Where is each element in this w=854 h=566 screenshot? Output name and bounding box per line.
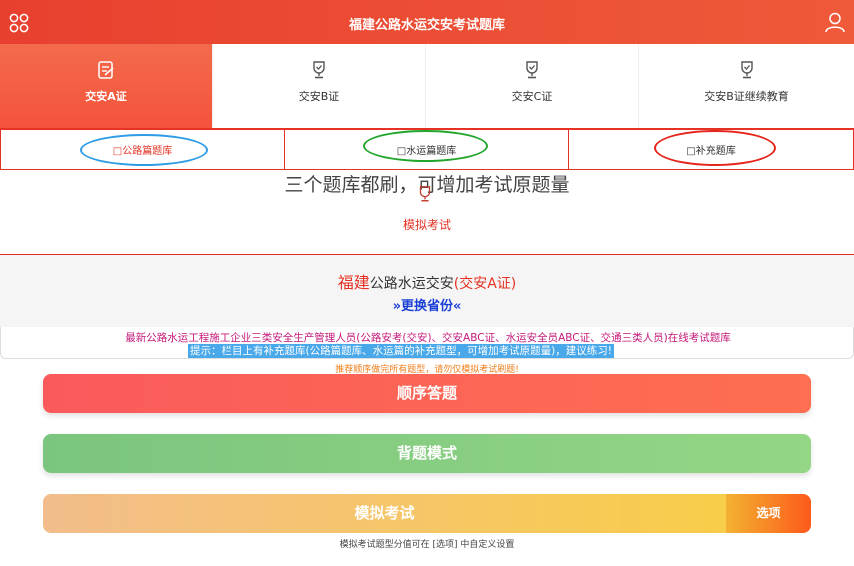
province-text: 公路水运交安 bbox=[369, 276, 454, 292]
info-panel: 最新公路水运工程施工企业三类安全生产管理人员(公路安考(交安)、交安ABC证、水… bbox=[0, 327, 854, 359]
annotation-circle-red bbox=[654, 130, 776, 166]
province-panel: 福建公路水运交安(交安A证) »更换省份« bbox=[0, 255, 854, 327]
memorize-mode-button[interactable]: 背题模式 bbox=[43, 434, 811, 473]
user-icon[interactable] bbox=[824, 11, 846, 33]
mock-exam-button[interactable]: 模拟考试 bbox=[43, 494, 726, 533]
tab-cert-b-continuing[interactable]: 交安B证继续教育 bbox=[639, 44, 854, 128]
info-description: 最新公路水运工程施工企业三类安全生产管理人员(公路安考(交安)、交安ABC证、水… bbox=[125, 332, 731, 344]
annotation-circle-green bbox=[363, 130, 488, 162]
footer-note: 模拟考试题型分值可在 [选项] 中自定义设置 bbox=[339, 540, 515, 550]
cert-tab-bar: 交安A证 交安B证 交安C证 交安B证继续教育 bbox=[0, 44, 854, 130]
province-cert: (交安A证) bbox=[453, 276, 517, 292]
tab-label: 交安C证 bbox=[511, 90, 553, 103]
options-button[interactable]: 选项 bbox=[726, 494, 811, 533]
tab-cert-b[interactable]: 交安B证 bbox=[213, 44, 426, 128]
change-province-link[interactable]: »更换省份« bbox=[0, 295, 854, 314]
tab-label: 交安B证 bbox=[298, 90, 340, 103]
tab-cert-c[interactable]: 交安C证 bbox=[426, 44, 639, 128]
page-title: 福建公路水运交安考试题库 bbox=[348, 18, 505, 33]
trophy-icon bbox=[526, 61, 538, 79]
tab-label: 交安B证继续教育 bbox=[704, 90, 789, 103]
trophy-icon bbox=[313, 61, 325, 79]
province-title: 福建公路水运交安(交安A证) bbox=[0, 269, 854, 293]
sequential-practice-button[interactable]: 顺序答题 bbox=[43, 374, 811, 413]
document-edit-icon bbox=[98, 61, 114, 79]
mock-exam-link[interactable]: 模拟考试 bbox=[0, 216, 854, 233]
info-tip-highlight: 提示：栏目上有补充题库(公路篇题库、水运篇的补充题型，可增加考试原题量)，建议练… bbox=[188, 344, 614, 358]
province-region: 福建 bbox=[337, 273, 370, 292]
trophy-icon bbox=[740, 61, 753, 79]
app-header: 福建公路水运交安考试题库 bbox=[0, 0, 854, 44]
tab-cert-a[interactable]: 交安A证 bbox=[0, 44, 213, 128]
tab-label: 交安A证 bbox=[85, 90, 127, 103]
trophy-icon bbox=[419, 186, 431, 202]
annotation-circle-blue bbox=[80, 134, 208, 166]
